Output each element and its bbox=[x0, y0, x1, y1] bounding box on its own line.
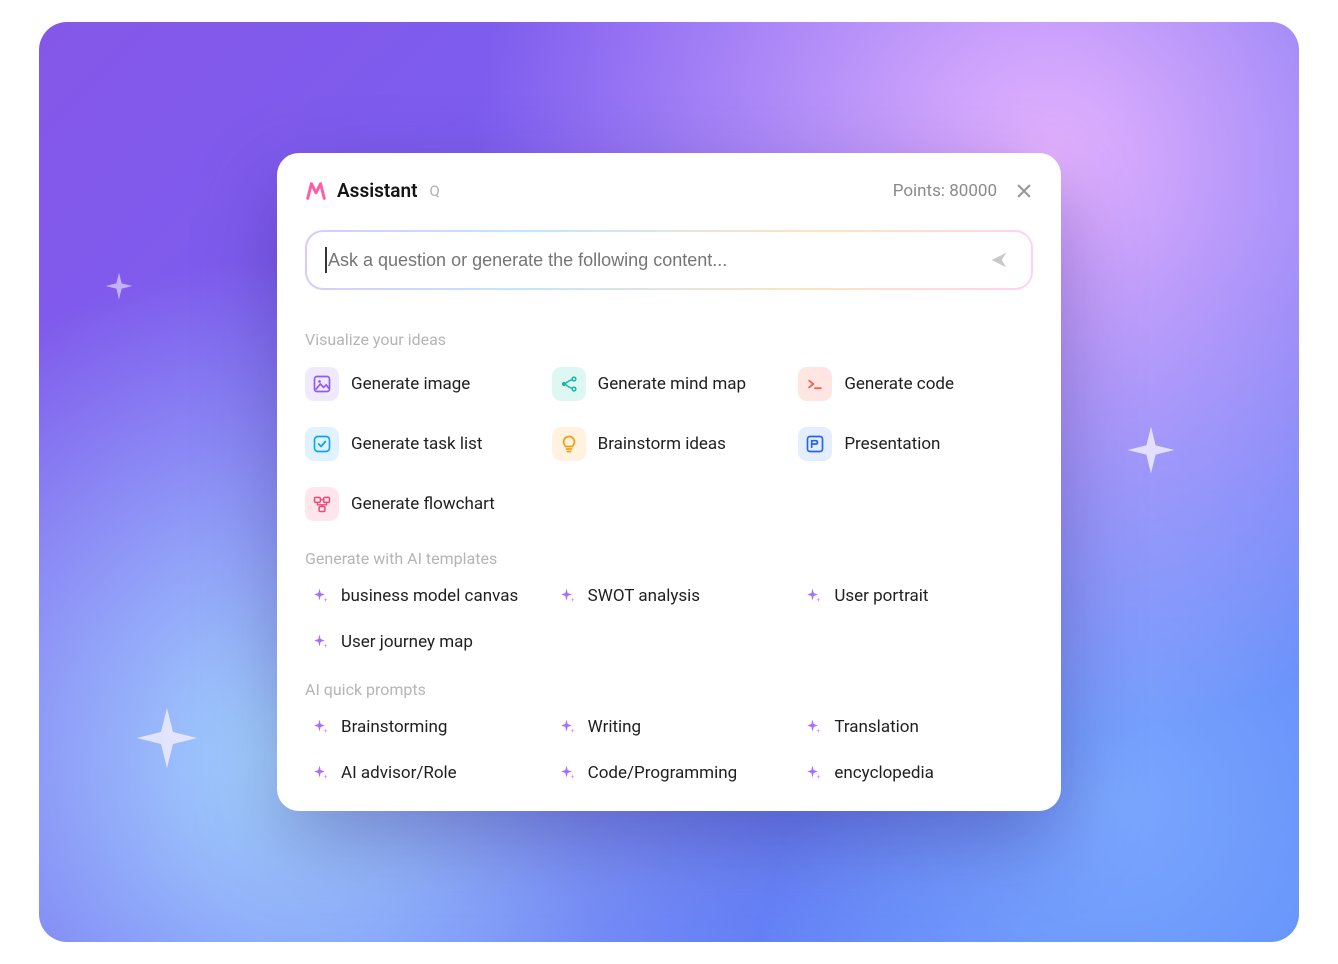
close-button[interactable] bbox=[1015, 182, 1033, 200]
visualize-section: Visualize your ideas Generate imageGener… bbox=[305, 330, 1033, 521]
flowchart-icon bbox=[305, 487, 339, 521]
item-label: Generate mind map bbox=[598, 374, 746, 394]
panel-title: Assistant bbox=[337, 179, 418, 202]
item-label: Generate task list bbox=[351, 434, 482, 454]
sparkle-icon bbox=[558, 763, 578, 783]
section-title: Visualize your ideas bbox=[305, 330, 1033, 349]
q-badge: Q bbox=[430, 182, 440, 200]
item-label: encyclopedia bbox=[834, 763, 934, 783]
sparkle-icon bbox=[103, 270, 135, 302]
sparkle-icon bbox=[131, 702, 203, 774]
section-title: AI quick prompts bbox=[305, 680, 1033, 699]
sparkle-icon bbox=[311, 632, 331, 652]
header-right: Points: 80000 bbox=[893, 181, 1033, 201]
sparkle-icon bbox=[558, 717, 578, 737]
image-icon bbox=[305, 367, 339, 401]
prompts-section: AI quick prompts Brainstorming Writing Tra… bbox=[305, 680, 1033, 783]
visualize-item[interactable]: Presentation bbox=[798, 427, 1033, 461]
item-label: User journey map bbox=[341, 632, 473, 652]
list-item[interactable]: Translation bbox=[798, 717, 1033, 737]
visualize-item[interactable]: Generate image bbox=[305, 367, 540, 401]
sparkle-icon bbox=[311, 586, 331, 606]
prompt-input-wrap bbox=[305, 230, 1033, 290]
points-label: Points: 80000 bbox=[893, 181, 997, 201]
send-button[interactable] bbox=[985, 246, 1013, 274]
item-label: Brainstorm ideas bbox=[598, 434, 726, 454]
lightbulb-icon bbox=[552, 427, 586, 461]
list-item[interactable]: User journey map bbox=[305, 632, 540, 652]
item-label: User portrait bbox=[834, 586, 928, 606]
sparkle-icon bbox=[1123, 422, 1179, 478]
sparkle-icon bbox=[804, 586, 824, 606]
presentation-icon bbox=[798, 427, 832, 461]
prompts-grid: Brainstorming Writing Translation AI adviso… bbox=[305, 717, 1033, 783]
sparkle-icon bbox=[804, 717, 824, 737]
logo-icon bbox=[305, 180, 327, 202]
templates-grid: business model canvas SWOT analysis User p… bbox=[305, 586, 1033, 652]
sparkle-icon bbox=[558, 586, 578, 606]
item-label: Writing bbox=[588, 717, 641, 737]
visualize-item[interactable]: Generate code bbox=[798, 367, 1033, 401]
panel-header: Assistant Q Points: 80000 bbox=[305, 179, 1033, 202]
item-label: business model canvas bbox=[341, 586, 518, 606]
prompt-textfield[interactable] bbox=[328, 250, 985, 271]
sparkle-icon bbox=[804, 763, 824, 783]
item-label: Generate flowchart bbox=[351, 494, 495, 514]
visualize-item[interactable]: Generate mind map bbox=[552, 367, 787, 401]
list-item[interactable]: business model canvas bbox=[305, 586, 540, 606]
item-label: Presentation bbox=[844, 434, 940, 454]
section-title: Generate with AI templates bbox=[305, 549, 1033, 568]
code-icon bbox=[798, 367, 832, 401]
tasklist-icon bbox=[305, 427, 339, 461]
assistant-panel: Assistant Q Points: 80000 Visualize your… bbox=[277, 153, 1061, 811]
list-item[interactable]: Writing bbox=[552, 717, 787, 737]
item-label: Brainstorming bbox=[341, 717, 447, 737]
backdrop: Assistant Q Points: 80000 Visualize your… bbox=[39, 22, 1299, 942]
list-item[interactable]: AI advisor/Role bbox=[305, 763, 540, 783]
item-label: AI advisor/Role bbox=[341, 763, 457, 783]
list-item[interactable]: encyclopedia bbox=[798, 763, 1033, 783]
visualize-item[interactable]: Generate task list bbox=[305, 427, 540, 461]
visualize-item[interactable]: Brainstorm ideas bbox=[552, 427, 787, 461]
mindmap-icon bbox=[552, 367, 586, 401]
sparkle-icon bbox=[311, 763, 331, 783]
item-label: Translation bbox=[834, 717, 919, 737]
list-item[interactable]: User portrait bbox=[798, 586, 1033, 606]
header-left: Assistant Q bbox=[305, 179, 440, 202]
text-cursor bbox=[325, 247, 327, 273]
templates-section: Generate with AI templates business mode… bbox=[305, 549, 1033, 652]
visualize-item[interactable]: Generate flowchart bbox=[305, 487, 540, 521]
item-label: Code/Programming bbox=[588, 763, 738, 783]
prompt-input[interactable] bbox=[307, 232, 1031, 288]
list-item[interactable]: SWOT analysis bbox=[552, 586, 787, 606]
sparkle-icon bbox=[311, 717, 331, 737]
item-label: Generate image bbox=[351, 374, 470, 394]
list-item[interactable]: Code/Programming bbox=[552, 763, 787, 783]
visualize-grid: Generate image Generate mind map Generate … bbox=[305, 367, 1033, 521]
item-label: SWOT analysis bbox=[588, 586, 700, 606]
list-item[interactable]: Brainstorming bbox=[305, 717, 540, 737]
item-label: Generate code bbox=[844, 374, 954, 394]
